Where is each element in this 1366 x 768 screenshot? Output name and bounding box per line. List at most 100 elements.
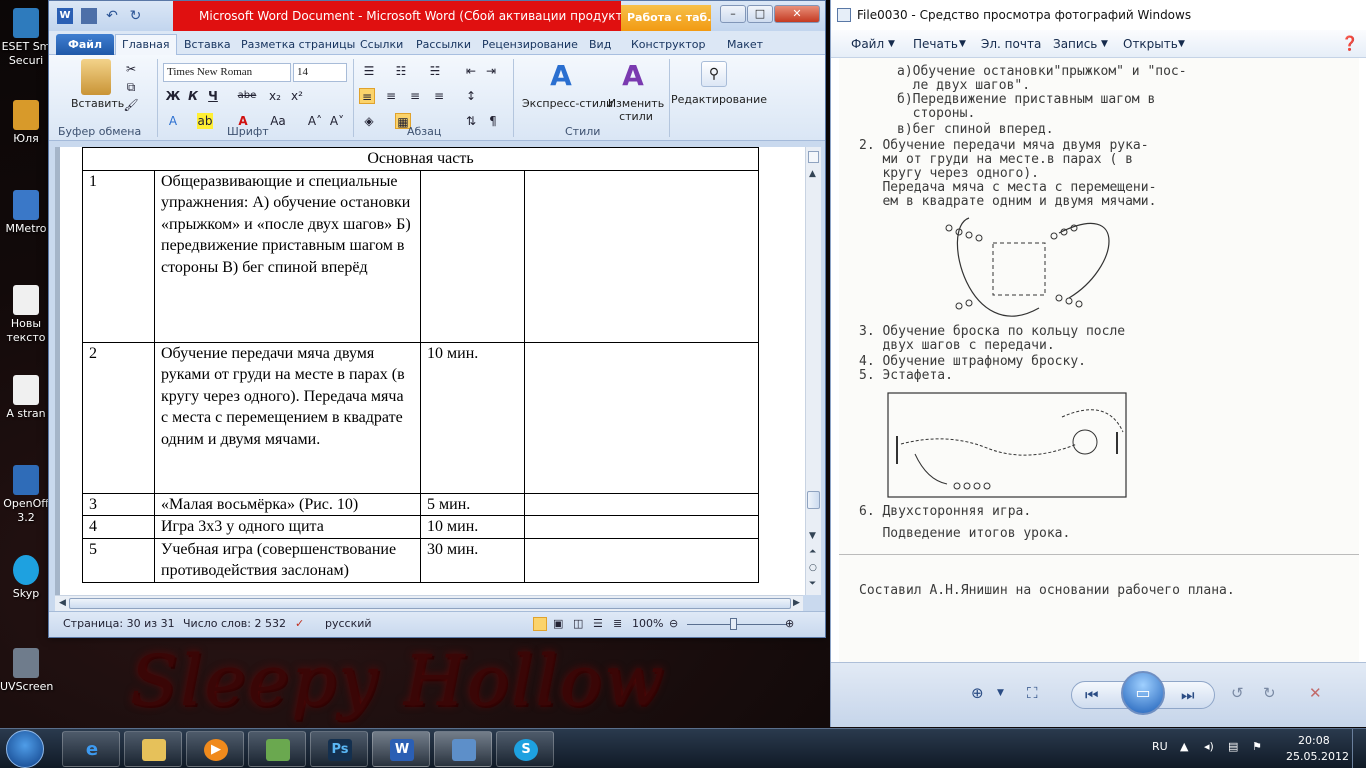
table-cell-time[interactable]: 10 мин. — [420, 341, 525, 494]
zoom-icon[interactable]: ⊕ — [971, 683, 984, 703]
tab-page-layout[interactable]: Разметка страницы — [241, 35, 355, 55]
outline-icon[interactable]: ☰ — [593, 612, 603, 636]
binoculars-icon[interactable]: ⚲ — [701, 61, 727, 87]
menu-open-arrow-icon[interactable]: ▼ — [1178, 30, 1185, 58]
vertical-scrollbar[interactable]: ▲ ▼ ⏶ ○ ⏷ — [805, 147, 821, 595]
table-cell-num[interactable]: 1 — [82, 169, 155, 343]
rotate-ccw-icon[interactable]: ↺ — [1231, 683, 1244, 703]
document-page[interactable]: Основная часть 1 Общеразвивающие и специ… — [60, 147, 805, 595]
zoom-slider[interactable] — [687, 624, 787, 625]
tab-design[interactable]: Конструктор — [631, 35, 705, 55]
table-cell-text[interactable]: Учебная игра (совершенствование противод… — [154, 537, 421, 583]
horizontal-scrollbar[interactable]: ◀ ▶ — [55, 595, 803, 611]
table-cell-time[interactable]: 10 мин. — [420, 515, 525, 539]
tab-layout[interactable]: Макет — [727, 35, 763, 55]
grow-font-icon[interactable]: A˄ — [307, 113, 323, 129]
bullets-icon[interactable]: ☰ — [361, 63, 377, 79]
volume-icon[interactable]: ◂) — [1204, 740, 1214, 753]
tab-view[interactable]: Вид — [589, 35, 611, 55]
save-icon[interactable] — [80, 8, 97, 24]
next-page-icon[interactable]: ⏷ — [809, 579, 816, 589]
input-language[interactable]: RU — [1152, 740, 1168, 753]
page-count[interactable]: Страница: 30 из 31 — [63, 612, 175, 636]
show-marks-icon[interactable]: ¶ — [485, 113, 501, 129]
close-button[interactable]: ✕ — [774, 5, 820, 23]
align-right-icon[interactable]: ≡ — [407, 88, 423, 104]
scroll-left-icon[interactable]: ◀ — [59, 598, 66, 608]
taskbar-skype[interactable]: S — [496, 731, 554, 767]
desktop-icon-eset[interactable]: ESET Sm Securi — [0, 8, 52, 68]
line-spacing-icon[interactable]: ↕ — [463, 88, 479, 104]
bold-button[interactable]: Ж — [165, 88, 181, 104]
change-styles-button[interactable]: Изменить стили — [607, 97, 665, 123]
next-icon[interactable]: ⏭ — [1181, 685, 1195, 705]
tab-file[interactable]: Файл — [56, 34, 114, 55]
menu-burn[interactable]: Запись — [1053, 30, 1097, 58]
align-left-icon[interactable]: ≡ — [359, 88, 375, 104]
italic-button[interactable]: К — [185, 88, 201, 104]
show-hidden-icons-icon[interactable]: ▲ — [1180, 740, 1188, 753]
table-cell-text[interactable]: Обучение передачи мяча двумя руками от г… — [154, 341, 421, 494]
cut-icon[interactable]: ✂ — [123, 61, 139, 77]
table-cell-num[interactable]: 2 — [82, 341, 155, 494]
paste-icon[interactable] — [81, 59, 111, 95]
align-center-icon[interactable]: ≡ — [383, 88, 399, 104]
table-cell-note[interactable] — [524, 492, 759, 516]
taskbar-app[interactable] — [248, 731, 306, 767]
menu-email[interactable]: Эл. почта — [981, 30, 1041, 58]
rotate-cw-icon[interactable]: ↻ — [1263, 683, 1276, 703]
zoom-in-icon[interactable]: ⊕ — [785, 612, 794, 636]
print-layout-icon[interactable] — [533, 617, 547, 631]
flag-icon[interactable]: ⚑ — [1252, 740, 1262, 753]
word-count[interactable]: Число слов: 2 532 — [183, 612, 286, 636]
table-cell-note[interactable] — [524, 341, 759, 494]
spellcheck-icon[interactable]: ✓ — [295, 612, 304, 636]
justify-icon[interactable]: ≡ — [431, 88, 447, 104]
delete-icon[interactable]: ✕ — [1309, 683, 1322, 703]
tab-review[interactable]: Рецензирование — [482, 35, 578, 55]
copy-icon[interactable]: ⧉ — [123, 79, 139, 95]
desktop-icon-uvscreen[interactable]: UVScreen — [0, 648, 53, 694]
table-cell-num[interactable]: 4 — [82, 515, 155, 539]
table-cell-time[interactable]: 5 мин. — [420, 492, 525, 516]
desktop-icon-mmetro[interactable]: MMetro — [0, 190, 52, 236]
menu-open[interactable]: Открыть — [1123, 30, 1178, 58]
shading-icon[interactable]: ◈ — [361, 113, 377, 129]
superscript-button[interactable]: x² — [289, 88, 305, 104]
table-cell-text[interactable]: «Малая восьмёрка» (Рис. 10) — [154, 492, 421, 516]
taskbar-photo-viewer[interactable] — [434, 731, 492, 767]
word-logo-icon[interactable]: W — [57, 8, 73, 24]
undo-icon[interactable]: ↶ — [104, 8, 120, 24]
full-screen-icon[interactable]: ▣ — [553, 612, 563, 636]
table-cell-text[interactable]: Общеразвивающие и специальные упражнения… — [154, 169, 421, 343]
format-painter-icon[interactable]: 🖌 — [123, 97, 139, 113]
multilevel-list-icon[interactable]: ☵ — [427, 63, 443, 79]
paste-button[interactable]: Вставить — [71, 97, 124, 110]
clock-time[interactable]: 20:08 — [1298, 734, 1330, 747]
sort-icon[interactable]: ⇅ — [463, 113, 479, 129]
taskbar-ie[interactable]: e — [62, 731, 120, 767]
table-tools-tab[interactable]: Работа с таб... — [621, 5, 711, 31]
scroll-right-icon[interactable]: ▶ — [793, 598, 800, 608]
desktop-icon-new-text[interactable]: Новы тексто — [0, 285, 52, 345]
redo-icon[interactable]: ↻ — [128, 8, 144, 24]
zoom-arrow-icon[interactable]: ▼ — [997, 683, 1004, 703]
text-effects-icon[interactable]: A — [165, 113, 181, 129]
previous-icon[interactable]: ⏮ — [1085, 685, 1099, 705]
shrink-font-icon[interactable]: A˅ — [329, 113, 345, 129]
menu-burn-arrow-icon[interactable]: ▼ — [1101, 30, 1108, 58]
decrease-indent-icon[interactable]: ⇤ — [463, 63, 479, 79]
zoom-out-icon[interactable]: ⊖ — [669, 612, 678, 636]
taskbar-word[interactable]: W — [372, 731, 430, 767]
ruler-toggle-icon[interactable] — [808, 151, 819, 163]
highlight-icon[interactable]: ab — [197, 113, 213, 129]
menu-print-arrow-icon[interactable]: ▼ — [959, 30, 966, 58]
table-header-cell[interactable]: Основная часть — [82, 147, 759, 171]
zoom-slider-thumb[interactable] — [730, 618, 737, 630]
browse-object-icon[interactable]: ○ — [809, 563, 817, 573]
numbering-icon[interactable]: ☷ — [393, 63, 409, 79]
actual-size-icon[interactable]: ⛶ — [1027, 683, 1038, 703]
desktop-icon-user[interactable]: Юля — [0, 100, 52, 146]
font-size-combo[interactable]: 14 — [293, 63, 347, 82]
minimize-button[interactable]: – — [720, 5, 746, 23]
